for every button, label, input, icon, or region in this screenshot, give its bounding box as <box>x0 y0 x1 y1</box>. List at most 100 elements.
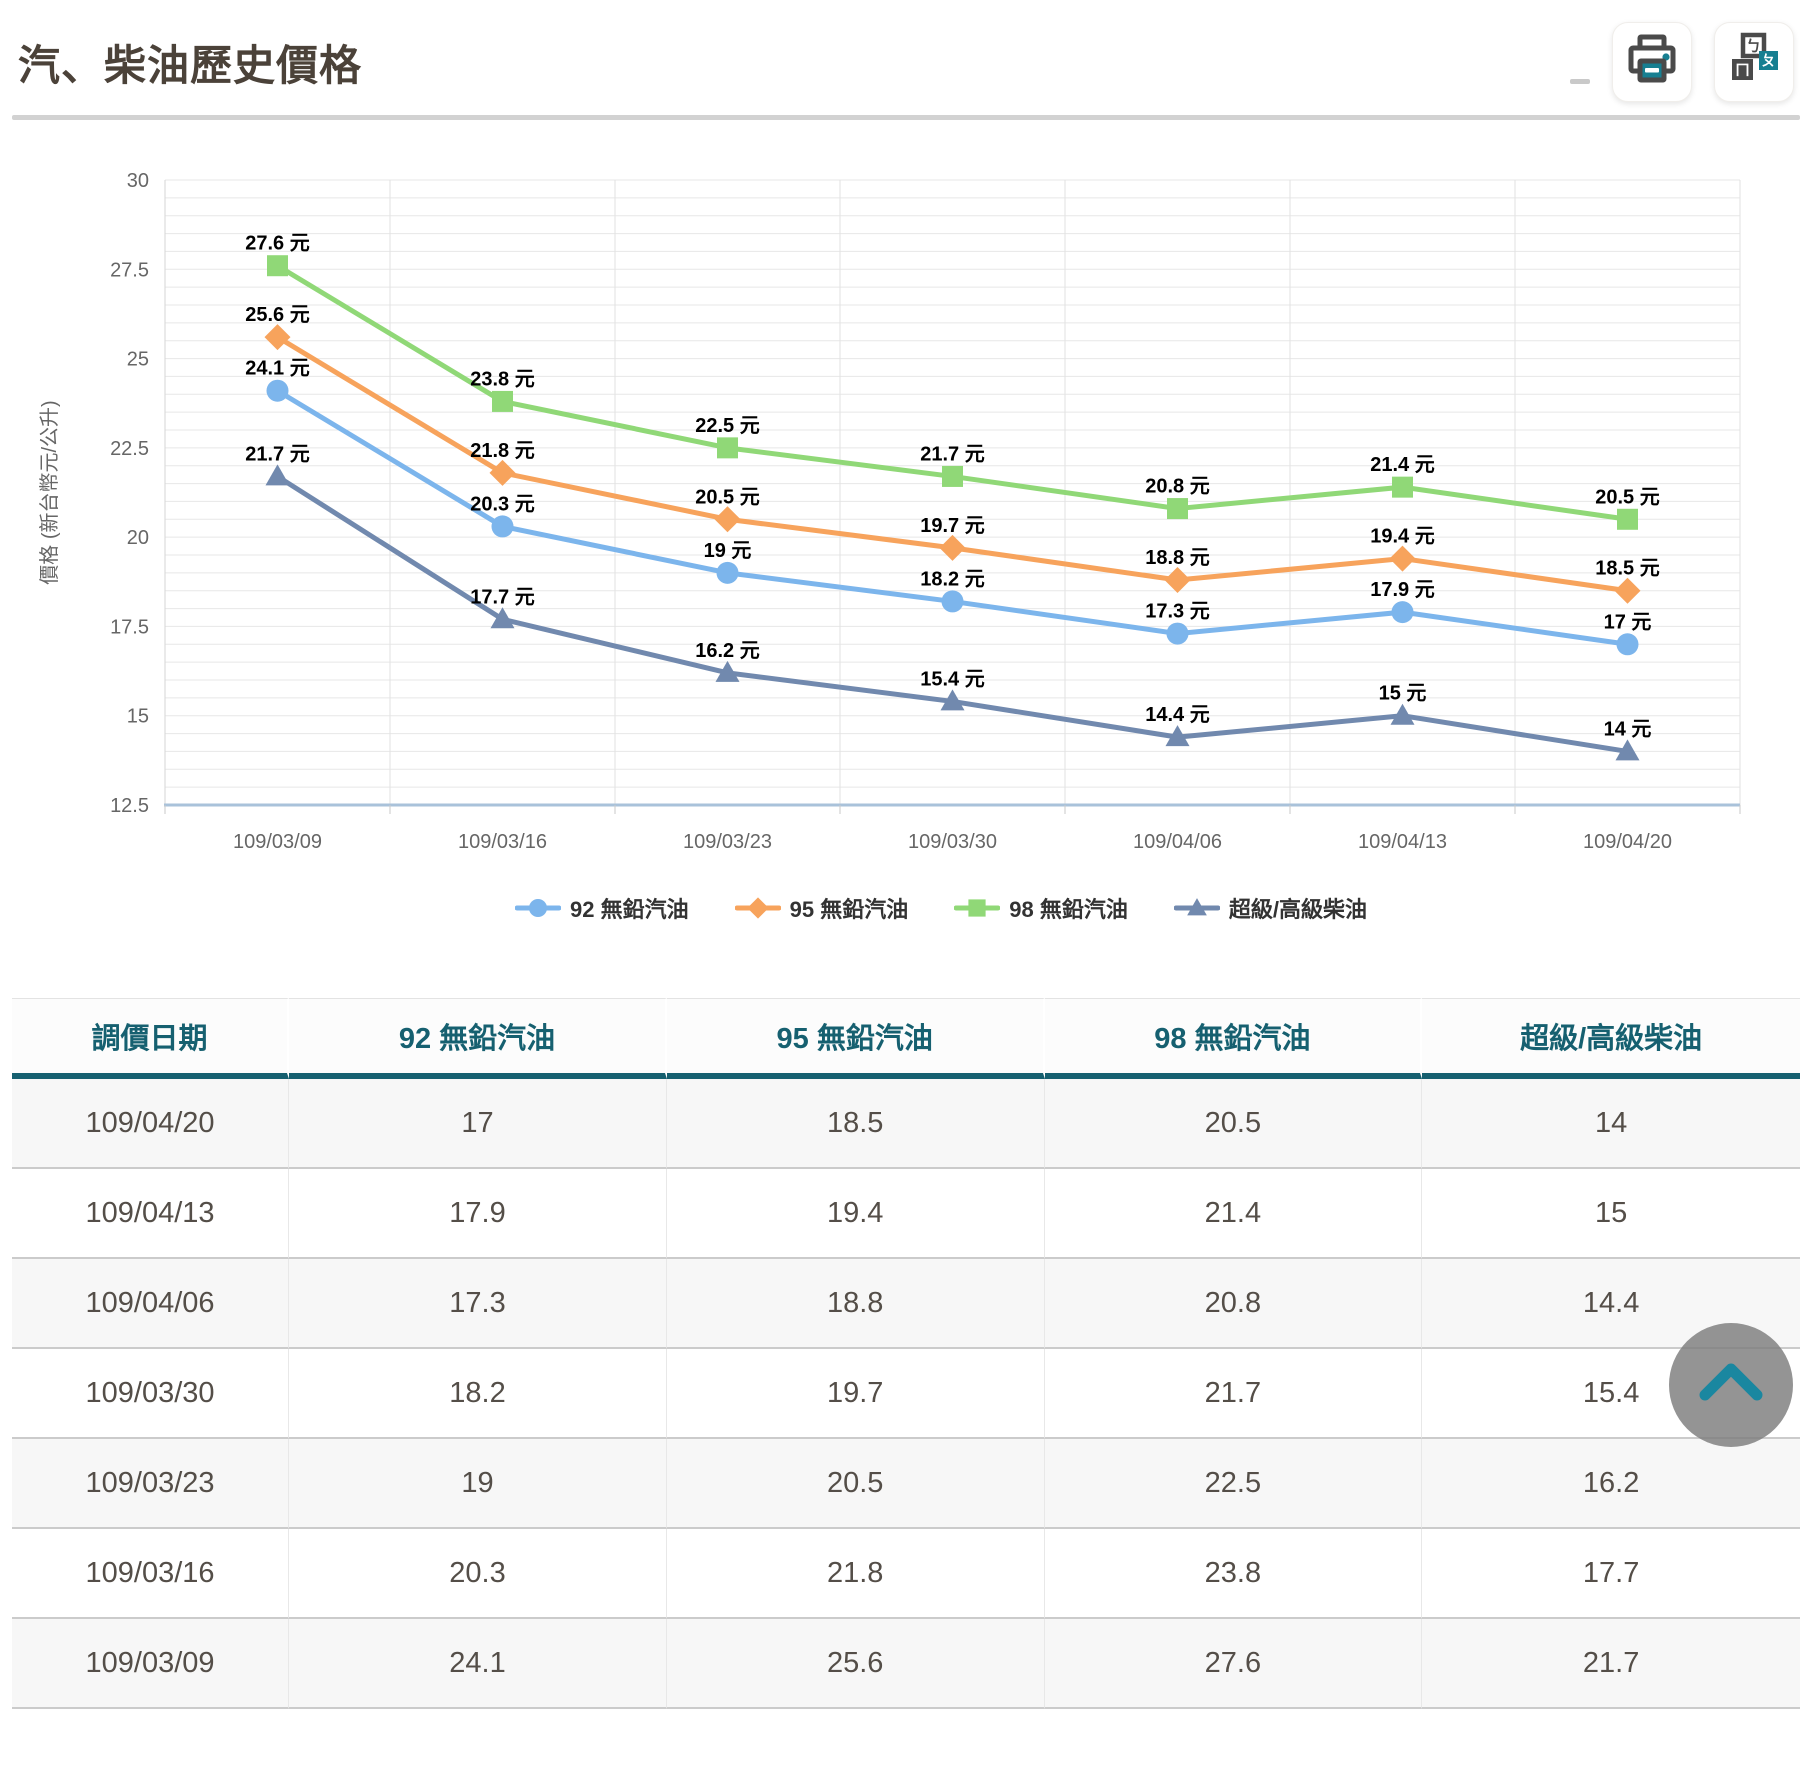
price-cell: 20.5 <box>1045 1079 1423 1169</box>
svg-text:20: 20 <box>127 527 149 549</box>
price-history-chart: 3027.52522.52017.51512.5價格 (新台幣元/公升)109/… <box>0 120 1812 880</box>
price-cell: 14 <box>1422 1079 1800 1169</box>
price-cell: 21.8 <box>667 1529 1045 1619</box>
price-table: 調價日期92 無鉛汽油95 無鉛汽油98 無鉛汽油超級/高級柴油 109/04/… <box>12 998 1800 1709</box>
svg-text:21.4 元: 21.4 元 <box>1370 454 1434 476</box>
x-gridlines <box>165 180 1740 805</box>
svg-text:19.7 元: 19.7 元 <box>920 515 984 537</box>
svg-text:21.8 元: 21.8 元 <box>470 440 534 462</box>
svg-text:14.4 元: 14.4 元 <box>1145 704 1209 726</box>
price-cell: 19 <box>289 1439 667 1529</box>
price-cell: 20.3 <box>289 1529 667 1619</box>
price-cell: 20.5 <box>667 1439 1045 1529</box>
svg-text:25: 25 <box>127 349 149 371</box>
legend-item-95-無鉛汽油[interactable]: 95 無鉛汽油 <box>735 892 909 924</box>
table-header-row: 調價日期92 無鉛汽油95 無鉛汽油98 無鉛汽油超級/高級柴油 <box>12 998 1800 1079</box>
x-axis-labels: 109/03/09109/03/16109/03/23109/03/30109/… <box>233 831 1672 853</box>
page-header: 汽、柴油歷史價格 ㄅ ㄇ <box>0 0 1812 97</box>
chart-legend: 92 無鉛汽油 95 無鉛汽油 98 無鉛汽油 超級/高級柴油 <box>70 882 1812 934</box>
svg-text:19.4 元: 19.4 元 <box>1370 526 1434 548</box>
page-title: 汽、柴油歷史價格 <box>18 32 362 93</box>
svg-text:20.5 元: 20.5 元 <box>1595 486 1659 508</box>
date-cell: 109/03/16 <box>12 1529 289 1619</box>
svg-text:22.5 元: 22.5 元 <box>695 415 759 437</box>
svg-text:25.6 元: 25.6 元 <box>245 304 309 326</box>
legend-item-92-無鉛汽油[interactable]: 92 無鉛汽油 <box>515 892 689 924</box>
price-cell: 17.7 <box>1422 1529 1800 1619</box>
price-cell: 27.6 <box>1045 1619 1423 1709</box>
price-cell: 24.1 <box>289 1619 667 1709</box>
price-table-wrap: 調價日期92 無鉛汽油95 無鉛汽油98 無鉛汽油超級/高級柴油 109/04/… <box>12 998 1800 1709</box>
date-cell: 109/04/20 <box>12 1079 289 1169</box>
legend-item-超級/高級柴油[interactable]: 超級/高級柴油 <box>1174 892 1367 924</box>
collapse-dash <box>1570 79 1590 84</box>
chevron-up-icon <box>1669 1321 1793 1450</box>
square-legend-marker <box>954 894 1000 922</box>
legend-label: 95 無鉛汽油 <box>790 892 909 924</box>
svg-text:15.4 元: 15.4 元 <box>920 668 984 690</box>
svg-text:27.6 元: 27.6 元 <box>245 233 309 255</box>
price-cell: 15 <box>1422 1169 1800 1259</box>
legend-item-98-無鉛汽油[interactable]: 98 無鉛汽油 <box>954 892 1128 924</box>
date-cell: 109/03/30 <box>12 1349 289 1439</box>
svg-text:19 元: 19 元 <box>704 540 752 562</box>
print-button[interactable] <box>1612 22 1692 102</box>
svg-text:27.5: 27.5 <box>110 259 149 281</box>
svg-text:ㄇ: ㄇ <box>1735 62 1750 79</box>
svg-text:15 元: 15 元 <box>1379 683 1427 705</box>
legend-label: 98 無鉛汽油 <box>1009 892 1128 924</box>
scroll-to-top-button[interactable] <box>1669 1323 1793 1447</box>
chart-area: 3027.52522.52017.51512.5價格 (新台幣元/公升)109/… <box>0 120 1812 934</box>
price-cell: 18.2 <box>289 1349 667 1439</box>
svg-text:109/04/20: 109/04/20 <box>1583 831 1672 853</box>
svg-text:17.7 元: 17.7 元 <box>470 586 534 608</box>
svg-text:18.8 元: 18.8 元 <box>1145 547 1209 569</box>
price-cell: 21.4 <box>1045 1169 1423 1259</box>
svg-text:23.8 元: 23.8 元 <box>470 368 534 390</box>
date-cell: 109/03/23 <box>12 1439 289 1529</box>
svg-text:15: 15 <box>127 706 149 728</box>
legend-label: 92 無鉛汽油 <box>570 892 689 924</box>
table-row: 109/04/0617.318.820.814.4 <box>12 1259 1800 1349</box>
y-axis-labels: 3027.52522.52017.51512.5 <box>110 170 149 817</box>
svg-text:17.5: 17.5 <box>110 616 149 638</box>
table-row: 109/04/1317.919.421.415 <box>12 1169 1800 1259</box>
price-cell: 21.7 <box>1422 1619 1800 1709</box>
price-cell: 17.3 <box>289 1259 667 1349</box>
table-row: 109/03/231920.522.516.2 <box>12 1439 1800 1529</box>
svg-text:30: 30 <box>127 170 149 192</box>
price-cell: 20.8 <box>1045 1259 1423 1349</box>
price-cell: 17 <box>289 1079 667 1169</box>
table-header-2: 95 無鉛汽油 <box>667 998 1045 1079</box>
price-cell: 23.8 <box>1045 1529 1423 1619</box>
y-axis-title: 價格 (新台幣元/公升) <box>38 400 61 584</box>
header-actions: ㄅ ㄇ ㄆ <box>1570 22 1794 102</box>
zhuyin-translate-icon: ㄅ ㄇ ㄆ <box>1726 32 1782 93</box>
svg-text:17.3 元: 17.3 元 <box>1145 601 1209 623</box>
svg-text:18.5 元: 18.5 元 <box>1595 558 1659 580</box>
svg-text:109/03/16: 109/03/16 <box>458 831 547 853</box>
zhuyin-translate-button[interactable]: ㄅ ㄇ ㄆ <box>1714 22 1794 102</box>
table-row: 109/04/201718.520.514 <box>12 1079 1800 1169</box>
date-cell: 109/04/06 <box>12 1259 289 1349</box>
diamond-legend-marker <box>735 894 781 922</box>
svg-text:18.2 元: 18.2 元 <box>920 568 984 590</box>
svg-text:21.7 元: 21.7 元 <box>245 443 309 465</box>
svg-text:109/03/09: 109/03/09 <box>233 831 322 853</box>
svg-text:ㄅ: ㄅ <box>1746 37 1761 55</box>
svg-text:109/04/13: 109/04/13 <box>1358 831 1447 853</box>
triangle-legend-marker <box>1174 894 1220 922</box>
date-cell: 109/03/09 <box>12 1619 289 1709</box>
price-cell: 25.6 <box>667 1619 1045 1709</box>
price-cell: 18.8 <box>667 1259 1045 1349</box>
svg-text:17 元: 17 元 <box>1604 611 1652 633</box>
price-cell: 21.7 <box>1045 1349 1423 1439</box>
price-cell: 22.5 <box>1045 1439 1423 1529</box>
price-cell: 19.4 <box>667 1169 1045 1259</box>
price-cell: 19.7 <box>667 1349 1045 1439</box>
svg-text:109/04/06: 109/04/06 <box>1133 831 1222 853</box>
svg-text:24.1 元: 24.1 元 <box>245 358 309 380</box>
table-header-3: 98 無鉛汽油 <box>1045 998 1423 1079</box>
svg-text:109/03/23: 109/03/23 <box>683 831 772 853</box>
svg-text:20.3 元: 20.3 元 <box>470 493 534 515</box>
